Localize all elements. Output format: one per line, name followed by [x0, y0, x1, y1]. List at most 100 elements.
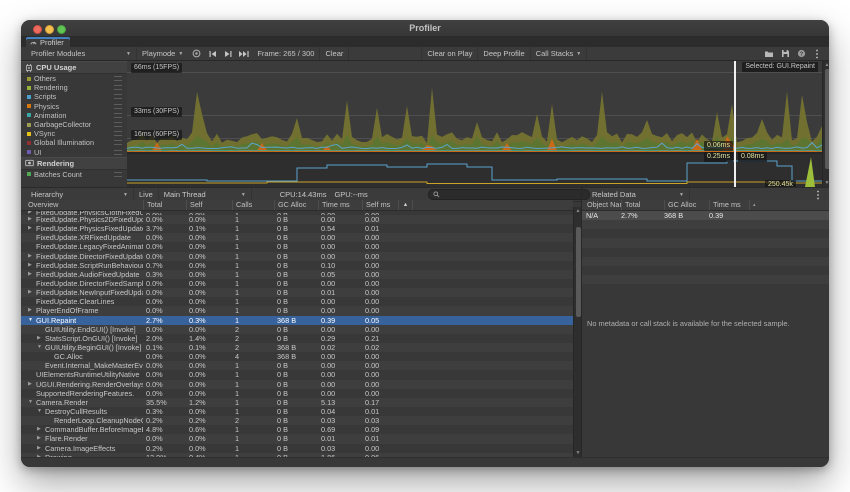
collapse-arrow-icon[interactable]: ▼: [28, 316, 36, 325]
column-header-calls[interactable]: Calls: [232, 200, 274, 210]
cpu-usage-chart[interactable]: [127, 61, 822, 152]
playmode-dropdown[interactable]: Playmode ▼: [137, 47, 188, 60]
collapse-arrow-icon[interactable]: ▼: [37, 343, 45, 352]
clear-on-play-toggle[interactable]: Clear on Play: [421, 47, 478, 60]
table-row[interactable]: GC.Alloc0.0%0.0%4368 B0.000.00: [21, 352, 573, 361]
module-legend-item[interactable]: GarbageCollector: [21, 120, 127, 129]
expand-arrow-icon[interactable]: ▶: [37, 334, 45, 343]
column-header-gc-alloc[interactable]: GC Alloc: [274, 200, 318, 210]
table-row[interactable]: ▶FixedUpdate.PhysicsFixedUpdate3.7%0.1%1…: [21, 224, 573, 233]
expand-arrow-icon[interactable]: ▶: [28, 261, 36, 270]
save-profile-button[interactable]: [777, 47, 793, 60]
table-row[interactable]: ▶Flare.Render0.0%0.0%10 B0.010.01: [21, 434, 573, 443]
chart-scrollbar[interactable]: ▲ ▼: [822, 61, 829, 187]
expand-arrow-icon[interactable]: ▶: [28, 380, 36, 389]
expand-arrow-icon[interactable]: ▶: [28, 288, 36, 297]
column-header-self[interactable]: Self: [186, 200, 232, 210]
window-menu-icon[interactable]: [809, 47, 825, 60]
table-row[interactable]: RenderLoop.CleanupNodeQueue0.2%0.2%20 B0…: [21, 416, 573, 425]
table-row[interactable]: SupportedRenderingFeatures.0.0%0.0%10 B0…: [21, 389, 573, 398]
table-row[interactable]: ▼Camera.Render35.5%1.2%10 B5.130.17: [21, 398, 573, 407]
module-header[interactable]: CPU Usage: [21, 61, 127, 74]
column-header-gc-alloc[interactable]: GC Alloc: [664, 200, 709, 210]
record-button[interactable]: [188, 47, 204, 60]
search-input[interactable]: [428, 189, 590, 200]
drag-handle-icon[interactable]: [114, 104, 122, 109]
table-row[interactable]: FixedUpdate.LegacyFixedAnimationUpdate0.…: [21, 242, 573, 251]
load-profile-button[interactable]: [761, 47, 777, 60]
deep-profile-toggle[interactable]: Deep Profile: [478, 47, 530, 60]
column-header-time-ms[interactable]: Time ms: [709, 200, 749, 210]
table-row[interactable]: FixedUpdate.DirectorFixedSampleTime0.0%0…: [21, 279, 573, 288]
table-row[interactable]: ▶StatsScript.OnGUI() [Invoke]2.0%1.4%20 …: [21, 334, 573, 343]
module-legend-item[interactable]: Animation: [21, 111, 127, 120]
profiler-modules-dropdown[interactable]: Profiler Modules ▼: [26, 47, 137, 60]
drag-handle-icon[interactable]: [114, 172, 122, 177]
drag-handle-icon[interactable]: [114, 94, 122, 99]
table-row[interactable]: UIElementsRuntimeUtilityNative0.0%0.0%10…: [21, 370, 573, 379]
next-frame-button[interactable]: [220, 47, 236, 60]
table-row[interactable]: GUIUtility.EndGUI() [Invoke]0.0%0.0%20 B…: [21, 325, 573, 334]
expand-arrow-icon[interactable]: ▶: [37, 425, 45, 434]
column-header-total[interactable]: Total: [143, 200, 186, 210]
table-row[interactable]: ▶FixedUpdate.ScriptRunBehaviourFixedUpda…: [21, 261, 573, 270]
help-icon[interactable]: ?: [793, 47, 809, 60]
table-row[interactable]: ▼DestroyCullResults0.3%0.0%10 B0.040.01: [21, 407, 573, 416]
expand-arrow-icon[interactable]: ▶: [28, 270, 36, 279]
drag-handle-icon[interactable]: [114, 85, 122, 90]
drag-handle-icon[interactable]: [114, 131, 122, 136]
expand-arrow-icon[interactable]: ▶: [28, 215, 36, 224]
current-frame-button[interactable]: [236, 47, 252, 60]
collapse-arrow-icon[interactable]: ▼: [28, 398, 36, 407]
clear-button[interactable]: Clear: [319, 47, 349, 60]
table-row[interactable]: ▶FixedUpdate.NewInputFixedUpdate0.0%0.0%…: [21, 288, 573, 297]
table-row[interactable]: ▶FixedUpdate.Physics2DFixedUpdate0.0%0.0…: [21, 215, 573, 224]
expand-arrow-icon[interactable]: ▶: [28, 252, 36, 261]
column-header-object-name[interactable]: Object Name: [586, 200, 621, 210]
column-header-total[interactable]: Total: [621, 200, 664, 210]
expand-arrow-icon[interactable]: ▶: [37, 434, 45, 443]
collapse-arrow-icon[interactable]: ▼: [37, 407, 45, 416]
call-stacks-dropdown[interactable]: Call Stacks ▼: [531, 47, 587, 60]
column-header-time-ms[interactable]: Time ms: [318, 200, 362, 210]
expand-arrow-icon[interactable]: ▶: [37, 444, 45, 453]
table-row[interactable]: ▶PlayerEndOfFrame0.0%0.0%10 B0.000.00: [21, 306, 573, 315]
table-row[interactable]: ▼GUIUtility.BeginGUI() [Invoke]0.1%0.1%2…: [21, 343, 573, 352]
drag-handle-icon[interactable]: [114, 150, 122, 155]
module-legend-item[interactable]: VSync: [21, 129, 127, 138]
module-legend-item[interactable]: Others: [21, 74, 127, 83]
column-header-self-ms[interactable]: Self ms: [362, 200, 398, 210]
drag-handle-icon[interactable]: [114, 122, 122, 127]
table-scrollbar-thumb[interactable]: [576, 227, 581, 317]
table-row[interactable]: FixedUpdate.ClearLines0.0%0.0%10 B0.000.…: [21, 297, 573, 306]
table-row[interactable]: FixedUpdate.XRFixedUpdate0.0%0.0%10 B0.0…: [21, 233, 573, 242]
module-legend-item[interactable]: UI: [21, 148, 127, 157]
scroll-up-icon[interactable]: ▲: [823, 62, 829, 68]
table-row[interactable]: ▶FixedUpdate.DirectorFixedUpdate0.0%0.0%…: [21, 252, 573, 261]
module-legend-item[interactable]: Global Illumination: [21, 138, 127, 147]
drag-handle-icon[interactable]: [114, 76, 122, 81]
tab-profiler[interactable]: Profiler: [26, 37, 70, 47]
table-row[interactable]: ▶Camera.ImageEffects0.2%0.0%10 B0.030.00: [21, 444, 573, 453]
related-data-row[interactable]: N/A2.7%368 B0.39: [582, 211, 829, 220]
chart-area[interactable]: 66ms (15FPS) 33ms (30FPS) 16ms (60FPS) S…: [127, 61, 822, 187]
expand-arrow-icon[interactable]: ▶: [28, 224, 36, 233]
scroll-down-icon[interactable]: ▼: [823, 180, 829, 186]
table-row[interactable]: Event.Internal_MakeMasterEventCurrent0.0…: [21, 361, 573, 370]
table-row[interactable]: ▼GUI.Repaint2.7%0.3%1368 B0.390.05: [21, 316, 573, 325]
title-bar[interactable]: Profiler: [21, 20, 829, 37]
marker-column-icon[interactable]: ▲: [398, 200, 412, 210]
first-frame-button[interactable]: [204, 47, 220, 60]
table-row[interactable]: ▶CommandBuffer.BeforeImageEffects4.8%0.6…: [21, 425, 573, 434]
module-legend-item[interactable]: Scripts: [21, 92, 127, 101]
current-frame-line[interactable]: [734, 61, 736, 187]
module-legend-item[interactable]: Rendering: [21, 83, 127, 92]
expand-arrow-icon[interactable]: ▶: [28, 306, 36, 315]
table-row[interactable]: ▶FixedUpdate.AudioFixedUpdate0.3%0.0%10 …: [21, 270, 573, 279]
chart-scrollbar-thumb[interactable]: [825, 69, 830, 169]
column-header-overview[interactable]: Overview: [27, 200, 143, 210]
module-header[interactable]: Rendering: [21, 157, 127, 170]
drag-handle-icon[interactable]: [114, 140, 122, 145]
drag-handle-icon[interactable]: [114, 113, 122, 118]
module-legend-item[interactable]: Physics: [21, 102, 127, 111]
